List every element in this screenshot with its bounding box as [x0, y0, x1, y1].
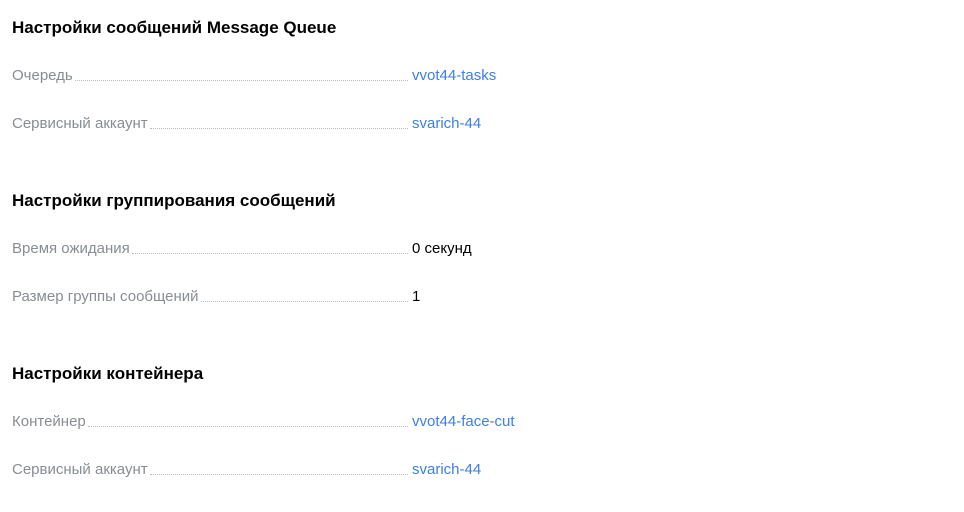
message-batching-settings-section: Настройки группирования сообщений Время …	[12, 190, 532, 305]
section-title-batching: Настройки группирования сообщений	[12, 191, 336, 210]
wait-time-label: Время ожидания	[12, 240, 130, 257]
trigger-settings-page: Настройки сообщений Message Queue Очеред…	[0, 0, 964, 512]
service-account-link[interactable]: svarich-44	[412, 114, 481, 134]
batch-size-value: 1	[412, 288, 421, 305]
queue-link[interactable]: vvot44-tasks	[412, 66, 496, 86]
container-settings-section: Настройки контейнера Контейнер vvot44-fa…	[12, 363, 532, 478]
row-leader-dots	[74, 79, 408, 81]
service-account-row: Сервисный аккаунт svarich-44	[12, 114, 532, 134]
container-service-account-link[interactable]: svarich-44	[412, 460, 481, 480]
section-title-container: Настройки контейнера	[12, 364, 204, 383]
queue-row: Очередь vvot44-tasks	[12, 66, 532, 86]
container-service-account-label: Сервисный аккаунт	[12, 461, 148, 478]
wait-time-value: 0 секунд	[412, 240, 472, 257]
row-leader-dots	[131, 252, 408, 254]
service-account-label: Сервисный аккаунт	[12, 115, 148, 132]
batch-size-row: Размер группы сообщений 1	[12, 287, 532, 307]
row-leader-dots	[200, 300, 408, 302]
message-queue-settings-section: Настройки сообщений Message Queue Очеред…	[12, 17, 532, 132]
container-label: Контейнер	[12, 413, 86, 430]
section-title-message-queue: Настройки сообщений Message Queue	[12, 18, 337, 37]
wait-time-row: Время ожидания 0 секунд	[12, 239, 532, 259]
row-leader-dots	[149, 127, 408, 129]
container-link[interactable]: vvot44-face-cut	[412, 412, 515, 432]
row-leader-dots	[149, 473, 408, 475]
container-row: Контейнер vvot44-face-cut	[12, 412, 532, 432]
queue-label: Очередь	[12, 67, 73, 84]
row-leader-dots	[87, 425, 408, 427]
container-service-account-row: Сервисный аккаунт svarich-44	[12, 460, 532, 480]
batch-size-label: Размер группы сообщений	[12, 288, 199, 305]
